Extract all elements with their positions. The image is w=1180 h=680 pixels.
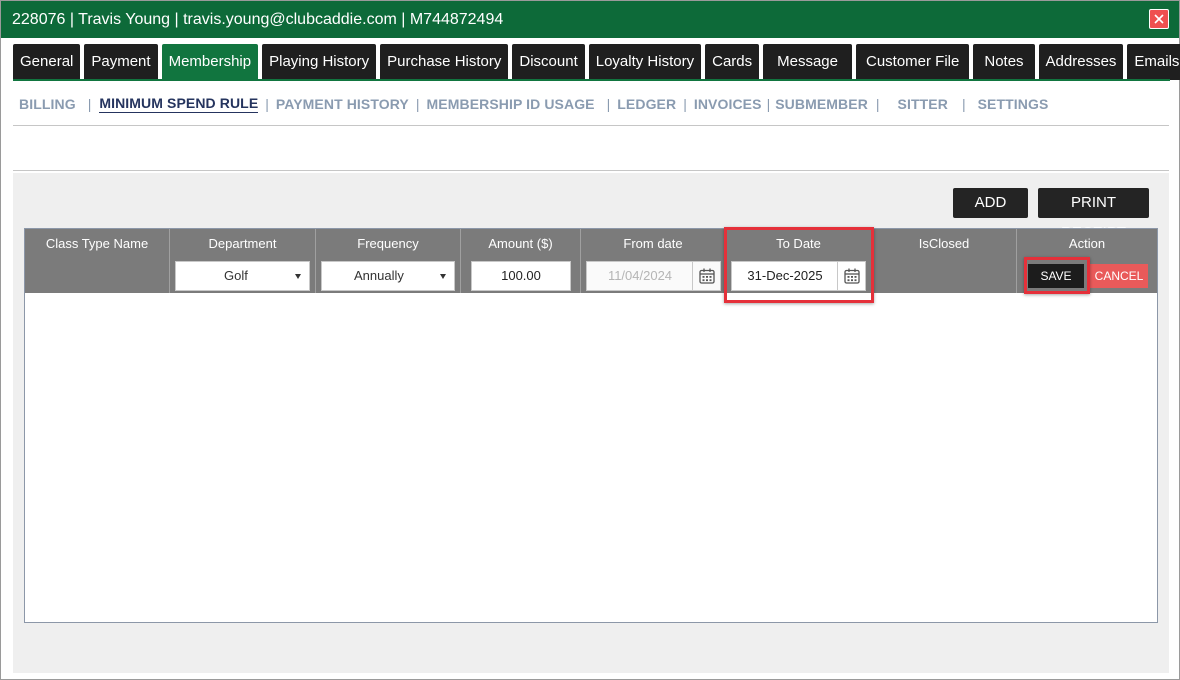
save-button[interactable]: SAVE [1028, 264, 1084, 288]
frequency-value: Annually [354, 268, 404, 283]
subnav-settings[interactable]: SETTINGS [978, 96, 1049, 112]
edit-row: Golf Annually 100.00 11/04/2024 31-Dec-2… [25, 259, 1157, 293]
tab-customer-file[interactable]: Customer File [856, 44, 970, 80]
calendar-icon [843, 268, 860, 284]
cell-department: Golf [170, 259, 316, 293]
divider [13, 125, 1169, 126]
subnav-separator: | [265, 96, 269, 112]
subnav-separator: | [961, 96, 966, 112]
cell-amount: 100.00 [461, 259, 581, 293]
tabs-underline [13, 79, 1170, 81]
cell-from-date: 11/04/2024 [581, 259, 726, 293]
from-date-calendar-button[interactable] [692, 262, 720, 290]
main-tabs: General Payment Membership Playing Histo… [13, 44, 1180, 81]
from-date-placeholder: 11/04/2024 [607, 268, 673, 283]
subnav-separator: | [415, 96, 420, 112]
column-header-department: Department [170, 229, 316, 259]
subnav-billing[interactable]: BILLING [19, 96, 76, 112]
cancel-button[interactable]: CANCEL [1090, 264, 1148, 288]
cell-to-date: 31-Dec-2025 [726, 259, 872, 293]
subnav-separator: | [87, 96, 92, 112]
subnav-payment-history[interactable]: PAYMENT HISTORY [276, 96, 409, 112]
subnav-separator: | [683, 96, 687, 112]
tab-playing-history[interactable]: Playing History [262, 44, 377, 80]
tab-addresses[interactable]: Addresses [1038, 44, 1124, 80]
tab-discount[interactable]: Discount [512, 44, 585, 80]
to-date-field[interactable]: 31-Dec-2025 [731, 261, 866, 291]
chevron-down-icon [440, 274, 446, 279]
column-header-is-closed: IsClosed [872, 229, 1017, 259]
chevron-down-icon [295, 274, 301, 279]
column-header-class-type-name: Class Type Name [25, 229, 170, 259]
subnav-separator: | [875, 96, 880, 112]
membership-subnav: BILLING | MINIMUM SPEND RULE | PAYMENT H… [19, 94, 1048, 114]
subnav-separator: | [606, 96, 611, 112]
tab-general[interactable]: General [13, 44, 81, 80]
close-button[interactable] [1149, 9, 1169, 29]
subnav-separator: | [766, 96, 771, 112]
from-date-field[interactable]: 11/04/2024 [586, 261, 721, 291]
cell-is-closed [872, 259, 1017, 293]
tab-membership[interactable]: Membership [161, 44, 259, 80]
add-button[interactable]: ADD [953, 188, 1028, 218]
subnav-invoices[interactable]: INVOICES [694, 96, 762, 112]
cell-class-type-name [25, 259, 170, 293]
window-title: 228076 | Travis Young | travis.young@clu… [12, 11, 504, 28]
subnav-submember[interactable]: SUBMEMBER [775, 96, 868, 112]
tab-payment[interactable]: Payment [84, 44, 158, 80]
calendar-icon [698, 268, 715, 284]
to-date-calendar-button[interactable] [837, 262, 865, 290]
subnav-sitter[interactable]: SITTER [898, 96, 948, 112]
subnav-membership-id-usage[interactable]: MEMBERSHIP ID USAGE [427, 96, 595, 112]
tab-notes[interactable]: Notes [973, 44, 1035, 80]
cell-frequency: Annually [316, 259, 461, 293]
title-bar: 228076 | Travis Young | travis.young@clu… [1, 1, 1179, 38]
minimum-spend-panel: ADD PRINT RECEIPT Class Type Name Depart… [13, 173, 1169, 673]
department-select[interactable]: Golf [175, 261, 310, 291]
subnav-ledger[interactable]: LEDGER [617, 96, 676, 112]
tab-cards[interactable]: Cards [705, 44, 760, 80]
minimum-spend-grid: Class Type Name Department Frequency Amo… [24, 228, 1158, 623]
column-header-to-date: To Date [726, 229, 872, 259]
tab-message[interactable]: Message [763, 44, 852, 80]
column-header-frequency: Frequency [316, 229, 461, 259]
print-receipt-button[interactable]: PRINT RECEIPT [1038, 188, 1149, 241]
tab-emails[interactable]: Emails [1127, 44, 1180, 80]
amount-input[interactable]: 100.00 [471, 261, 571, 291]
frequency-select[interactable]: Annually [321, 261, 455, 291]
tab-purchase-history[interactable]: Purchase History [380, 44, 509, 80]
column-header-action: Action [1068, 236, 1106, 251]
close-icon [1154, 14, 1164, 24]
department-value: Golf [224, 268, 248, 283]
column-header-from-date: From date [581, 229, 726, 259]
cell-action: SAVE CANCEL [1017, 259, 1157, 293]
to-date-value: 31-Dec-2025 [747, 268, 823, 283]
divider [13, 170, 1169, 171]
tab-loyalty-history[interactable]: Loyalty History [588, 44, 702, 80]
column-header-amount: Amount ($) [461, 229, 581, 259]
grid-header: Class Type Name Department Frequency Amo… [25, 229, 1157, 259]
customer-window: 228076 | Travis Young | travis.young@clu… [0, 0, 1180, 680]
subnav-minimum-spend-rule[interactable]: MINIMUM SPEND RULE [99, 95, 259, 113]
